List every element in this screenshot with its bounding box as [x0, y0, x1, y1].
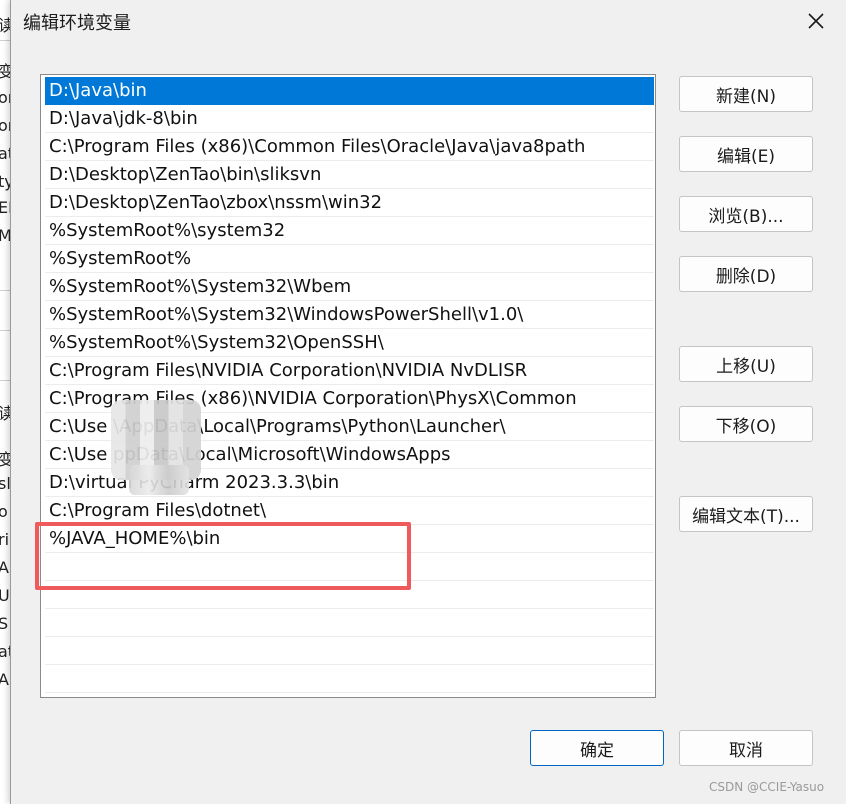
path-list-item[interactable]: C:\Program Files (x86)\Common Files\Orac… [45, 133, 654, 161]
path-list-item[interactable]: D:\Desktop\ZenTao\bin\sliksvn [45, 161, 654, 189]
path-list-item[interactable] [45, 637, 654, 665]
path-list-item[interactable]: D:\Java\jdk-8\bin [45, 105, 654, 133]
ok-button[interactable]: 确定 [530, 730, 664, 766]
move-down-button[interactable]: 下移(O) [679, 406, 813, 442]
edit-button[interactable]: 编辑(E) [679, 136, 813, 172]
path-list-item[interactable]: %SystemRoot%\System32\OpenSSH\ [45, 329, 654, 357]
move-up-button[interactable]: 上移(U) [679, 346, 813, 382]
background-text: A [0, 558, 9, 577]
path-list-item[interactable]: %SystemRoot% [45, 245, 654, 273]
path-list-item[interactable]: C:\Program Files\dotnet\ [45, 497, 654, 525]
dialog-title: 编辑环境变量 [23, 13, 131, 34]
annotation-highlight-box [35, 522, 411, 590]
path-list-item[interactable] [45, 609, 654, 637]
new-button[interactable]: 新建(N) [679, 76, 813, 112]
background-text: S [0, 614, 8, 633]
path-list-item[interactable]: %SystemRoot%\System32\WindowsPowerShell\… [45, 301, 654, 329]
browse-button[interactable]: 浏览(B)... [679, 196, 813, 232]
redaction-blur [129, 465, 189, 495]
path-list-item[interactable] [45, 665, 654, 693]
edit-text-button[interactable]: 编辑文本(T)... [679, 496, 813, 532]
watermark: CSDN @CCIE-Yasuo [709, 780, 825, 794]
path-list[interactable]: D:\Java\bin D:\Java\jdk-8\bin C:\Program F… [40, 74, 656, 698]
path-list-item[interactable]: C:\Program Files\NVIDIA Corporation\NVID… [45, 357, 654, 385]
path-list-item[interactable]: D:\Java\bin [45, 77, 654, 105]
background-text: o [0, 502, 8, 521]
background-text: ri [0, 530, 10, 549]
close-icon [808, 13, 824, 29]
path-list-item[interactable]: %SystemRoot%\system32 [45, 217, 654, 245]
path-list-item[interactable]: %SystemRoot%\System32\Wbem [45, 273, 654, 301]
background-text: A [0, 670, 9, 689]
cancel-button[interactable]: 取消 [679, 730, 813, 766]
close-button[interactable] [803, 8, 829, 34]
path-list-item[interactable]: D:\Desktop\ZenTao\zbox\nssm\win32 [45, 189, 654, 217]
delete-button[interactable]: 删除(D) [679, 256, 813, 292]
background-text: U [0, 586, 10, 605]
edit-env-variable-dialog: 编辑环境变量 D:\Java\bin D:\Java\jdk-8\bin C:\Pr… [10, 0, 846, 804]
